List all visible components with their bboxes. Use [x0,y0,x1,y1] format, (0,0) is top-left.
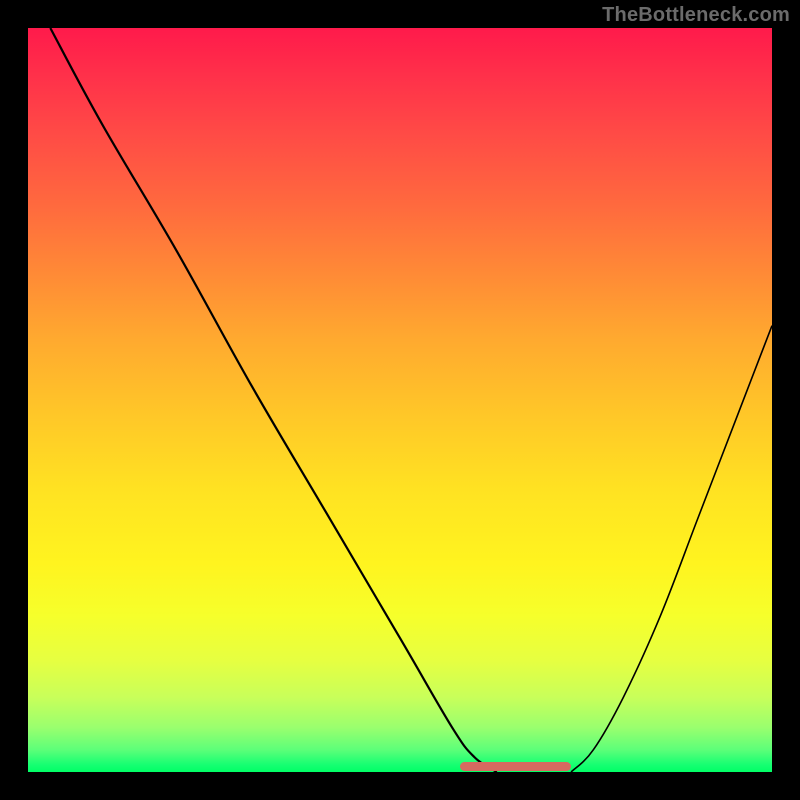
chart-frame: TheBottleneck.com [0,0,800,800]
left-curve [50,28,496,772]
optimal-range-marker [460,762,572,771]
curve-layer [28,28,772,772]
plot-area [28,28,772,772]
right-curve [571,326,772,772]
watermark-text: TheBottleneck.com [602,4,790,27]
